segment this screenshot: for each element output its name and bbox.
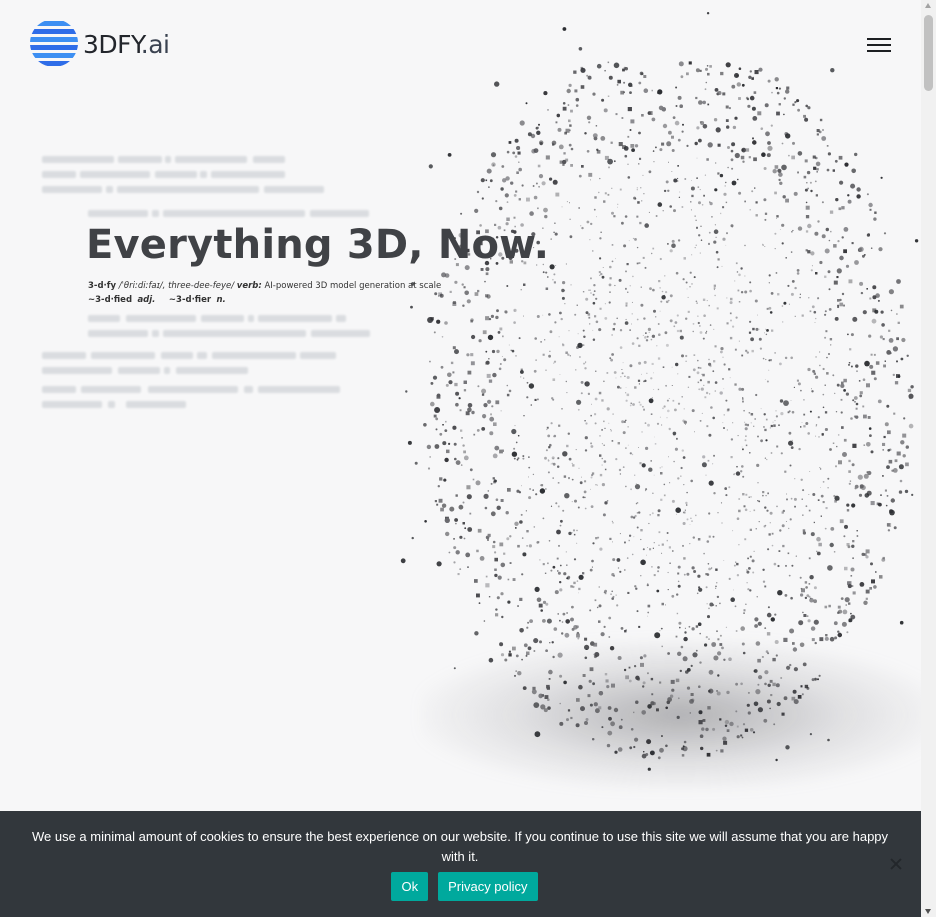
page-viewport: 3DFY.ai Everything 3D, Now. 3-d·fy /ˈθri… bbox=[0, 0, 921, 917]
cookie-ok-button[interactable]: Ok bbox=[391, 872, 429, 901]
scroll-up-arrow-icon[interactable] bbox=[925, 3, 931, 8]
cookie-notice: We use a minimal amount of cookies to en… bbox=[0, 811, 921, 917]
hamburger-menu-icon[interactable] bbox=[862, 34, 896, 56]
hero-title: Everything 3D, Now. bbox=[86, 222, 550, 268]
site-header: 3DFY.ai bbox=[0, 0, 921, 90]
page-scrollbar[interactable] bbox=[921, 0, 936, 917]
logo-mark-icon bbox=[30, 21, 78, 66]
definition-line: 3-d·fy /ˈθriːdiːfaɪ/, three-dee-feye/ ve… bbox=[88, 281, 442, 291]
cookie-buttons: Ok Privacy policy bbox=[0, 872, 921, 901]
close-icon[interactable] bbox=[889, 857, 903, 871]
site-logo[interactable]: 3DFY.ai bbox=[30, 18, 170, 68]
scrollbar-thumb[interactable] bbox=[924, 15, 933, 91]
scroll-down-arrow-icon[interactable] bbox=[925, 909, 931, 914]
privacy-policy-button[interactable]: Privacy policy bbox=[438, 872, 538, 901]
logo-text: 3DFY.ai bbox=[83, 29, 170, 59]
definition-derived-line: ~3-d·fied adj. ~3-d·fier n. bbox=[88, 295, 226, 305]
cookie-notice-text: We use a minimal amount of cookies to en… bbox=[31, 829, 889, 864]
particle-shadow bbox=[420, 640, 921, 790]
